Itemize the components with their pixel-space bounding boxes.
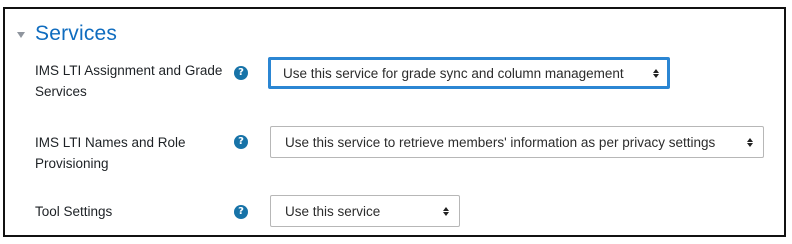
names-role-provisioning-select[interactable]: Use this service to retrieve members' in…	[270, 126, 764, 158]
service-label: Tool Settings	[35, 204, 113, 219]
assignment-grade-services-select[interactable]: Use this service for grade sync and colu…	[268, 57, 670, 89]
question-circle-icon[interactable]: ?	[234, 205, 248, 219]
service-label: IMS LTI Assignment and Grade Services	[35, 63, 223, 99]
services-panel: Services IMS LTI Assignment and Grade Se…	[3, 7, 786, 237]
select-value: Use this service	[285, 203, 381, 219]
section-header[interactable]: Services	[17, 21, 117, 47]
service-label: IMS LTI Names and Role Provisioning	[35, 135, 186, 171]
tool-settings-select[interactable]: Use this service	[270, 195, 460, 227]
select-value: Use this service for grade sync and colu…	[283, 65, 624, 81]
caret-down-icon[interactable]	[17, 32, 25, 38]
section-title: Services	[35, 22, 118, 45]
select-arrows-icon	[443, 206, 449, 216]
select-value: Use this service to retrieve members' in…	[285, 134, 716, 150]
select-arrows-icon	[653, 68, 659, 78]
question-circle-icon[interactable]: ?	[234, 135, 248, 149]
question-circle-icon[interactable]: ?	[234, 66, 248, 80]
select-arrows-icon	[747, 137, 753, 147]
